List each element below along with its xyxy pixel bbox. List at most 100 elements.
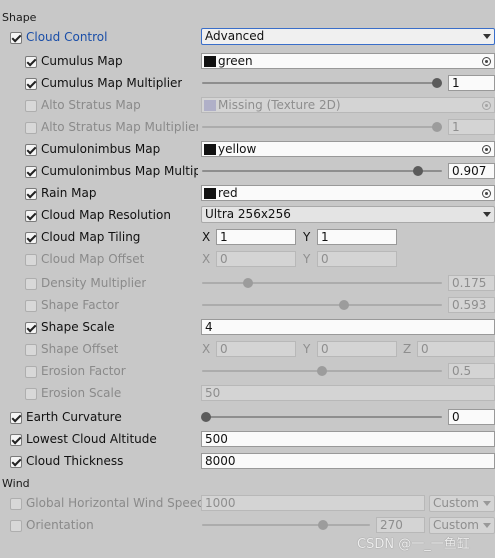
- rain-map-label: Rain Map: [41, 186, 97, 200]
- cloud-control-dropdown[interactable]: Advanced: [201, 28, 495, 45]
- shape-offset-x-label: X: [202, 342, 211, 356]
- texture-thumbnail-icon: [204, 144, 216, 155]
- lowest-altitude-label: Lowest Cloud Altitude: [26, 432, 157, 446]
- slider-handle[interactable]: [413, 166, 423, 176]
- offset-x-label: X: [202, 252, 211, 266]
- cumulus-multiplier-slider[interactable]: [202, 78, 443, 88]
- offset-checkbox[interactable]: [25, 254, 37, 266]
- shape-offset-z-label: Z: [403, 342, 412, 356]
- alto-multiplier-slider[interactable]: [202, 122, 443, 132]
- object-picker-icon[interactable]: [482, 145, 491, 154]
- offset-y-label: Y: [303, 252, 311, 266]
- orientation-mode-dropdown[interactable]: Custom: [429, 517, 495, 534]
- lowest-altitude-checkbox[interactable]: [10, 434, 22, 446]
- alto-multiplier-label: Alto Stratus Map Multiplier: [41, 120, 198, 134]
- cumulonimbus-multiplier-slider[interactable]: [202, 166, 442, 176]
- wind-speed-label: Global Horizontal Wind Speed: [26, 496, 205, 510]
- shape-offset-z-input[interactable]: 0: [417, 341, 495, 357]
- cloud-control-value: Advanced: [205, 29, 265, 43]
- tiling-label: Cloud Map Tiling: [41, 230, 141, 244]
- cloud-control-label: Cloud Control: [26, 30, 108, 44]
- chevron-down-icon: [483, 523, 491, 528]
- tiling-checkbox[interactable]: [25, 232, 37, 244]
- resolution-label: Cloud Map Resolution: [41, 208, 171, 222]
- slider-handle[interactable]: [432, 78, 443, 88]
- wind-speed-mode-value: Custom: [433, 496, 479, 510]
- shape-offset-x-input[interactable]: 0: [216, 341, 296, 357]
- resolution-checkbox[interactable]: [25, 210, 37, 222]
- object-picker-icon[interactable]: [482, 57, 491, 66]
- cumulonimbus-multiplier-input[interactable]: 0.907: [448, 163, 495, 179]
- object-picker-icon[interactable]: [482, 189, 491, 198]
- alto-multiplier-checkbox[interactable]: [25, 122, 37, 134]
- rain-map-field[interactable]: red: [201, 185, 495, 201]
- tiling-x-input[interactable]: 1: [216, 229, 296, 245]
- density-label: Density Multiplier: [41, 276, 147, 290]
- erosion-factor-slider[interactable]: [202, 366, 442, 376]
- cumulus-multiplier-checkbox[interactable]: [25, 78, 37, 90]
- rain-map-checkbox[interactable]: [25, 188, 37, 200]
- lowest-altitude-input[interactable]: 500: [201, 431, 495, 447]
- thickness-checkbox[interactable]: [10, 456, 22, 468]
- erosion-factor-label: Erosion Factor: [41, 364, 126, 378]
- cumulonimbus-map-field[interactable]: yellow: [201, 141, 495, 157]
- shape-factor-checkbox[interactable]: [25, 300, 37, 312]
- alto-stratus-map-checkbox[interactable]: [25, 100, 37, 112]
- cumulus-multiplier-input[interactable]: 1: [448, 75, 495, 91]
- rain-map-value: red: [218, 186, 238, 200]
- earth-curvature-input[interactable]: 0: [448, 409, 495, 425]
- orientation-input[interactable]: 270: [376, 517, 425, 533]
- resolution-dropdown[interactable]: Ultra 256x256: [201, 206, 495, 223]
- density-checkbox[interactable]: [25, 278, 37, 290]
- alto-stratus-map-field[interactable]: Missing (Texture 2D): [201, 97, 495, 113]
- shape-offset-checkbox[interactable]: [25, 344, 37, 356]
- slider-handle[interactable]: [317, 366, 327, 376]
- alto-multiplier-input[interactable]: 1: [448, 119, 495, 135]
- wind-speed-checkbox[interactable]: [10, 498, 22, 510]
- thickness-input[interactable]: 8000: [201, 453, 495, 469]
- offset-label: Cloud Map Offset: [41, 252, 145, 266]
- chevron-down-icon: [483, 212, 491, 217]
- shape-scale-input[interactable]: 4: [201, 319, 495, 335]
- slider-handle[interactable]: [338, 300, 349, 310]
- cumulonimbus-map-checkbox[interactable]: [25, 144, 37, 156]
- erosion-factor-input[interactable]: 0.5: [448, 363, 495, 379]
- shape-scale-checkbox[interactable]: [25, 322, 37, 334]
- erosion-scale-checkbox[interactable]: [25, 388, 37, 400]
- slider-handle[interactable]: [242, 278, 253, 288]
- cloud-control-checkbox[interactable]: [10, 32, 22, 44]
- cumulus-map-checkbox[interactable]: [25, 56, 37, 68]
- tiling-x-label: X: [202, 230, 211, 244]
- shape-factor-slider[interactable]: [202, 300, 442, 310]
- shape-factor-input[interactable]: 0.593: [448, 297, 495, 313]
- earth-curvature-label: Earth Curvature: [26, 410, 122, 424]
- slider-handle[interactable]: [201, 412, 211, 422]
- tiling-y-input[interactable]: 1: [317, 229, 397, 245]
- slider-handle[interactable]: [432, 122, 443, 132]
- shape-offset-y-input[interactable]: 0: [317, 341, 397, 357]
- orientation-label: Orientation: [26, 518, 94, 532]
- shape-offset-label: Shape Offset: [41, 342, 119, 356]
- texture-thumbnail-icon: [204, 100, 216, 111]
- orientation-checkbox[interactable]: [10, 520, 22, 532]
- cumulonimbus-multiplier-checkbox[interactable]: [25, 166, 37, 178]
- orientation-mode-value: Custom: [433, 518, 479, 532]
- offset-x-input[interactable]: 0: [216, 251, 296, 267]
- density-input[interactable]: 0.175: [448, 275, 495, 291]
- cumulus-map-field[interactable]: green: [201, 53, 495, 69]
- earth-curvature-slider[interactable]: [201, 412, 442, 422]
- density-slider[interactable]: [202, 278, 442, 288]
- wind-section-header: Wind: [2, 477, 30, 490]
- erosion-scale-input[interactable]: 50: [201, 385, 495, 401]
- resolution-value: Ultra 256x256: [205, 207, 291, 221]
- earth-curvature-checkbox[interactable]: [10, 412, 22, 424]
- erosion-factor-checkbox[interactable]: [25, 366, 37, 378]
- object-picker-icon[interactable]: [482, 101, 491, 110]
- slider-handle[interactable]: [317, 520, 328, 530]
- shape-offset-y-label: Y: [303, 342, 311, 356]
- offset-y-input[interactable]: 0: [317, 251, 397, 267]
- wind-speed-mode-dropdown[interactable]: Custom: [429, 495, 495, 512]
- alto-stratus-map-label: Alto Stratus Map: [41, 98, 141, 112]
- wind-speed-input[interactable]: 1000: [201, 495, 425, 511]
- orientation-slider[interactable]: [202, 520, 370, 530]
